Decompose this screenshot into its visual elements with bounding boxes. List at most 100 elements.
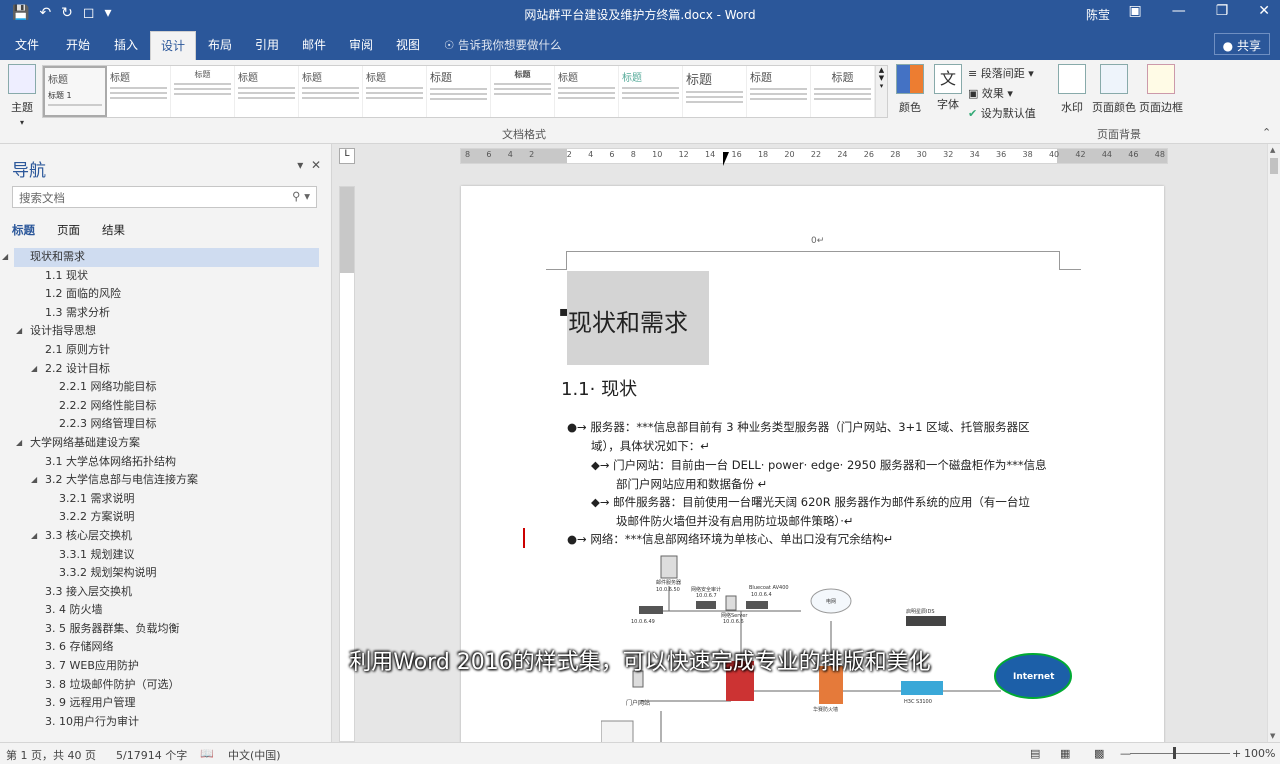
zoom-in-icon[interactable]: + xyxy=(1232,747,1241,760)
gallery-scroll[interactable]: ▲ ▼ ▾ xyxy=(875,66,887,117)
paragraph-portal[interactable]: ◆→ 门户网站：目前由一台 DELL· power· edge· 2950 服务… xyxy=(591,456,1047,475)
style-set-item[interactable]: 标题 xyxy=(491,66,555,117)
themes-button[interactable]: 主题 ▾ xyxy=(6,64,38,128)
nav-heading-item[interactable]: ◢ 现状和需求 xyxy=(2,248,319,267)
paragraph-servers[interactable]: ●→ 服务器：***信息部目前有 3 种业务类型服务器（门户网站、3+1 区域、… xyxy=(567,418,1030,437)
nav-heading-item[interactable]: 3.1 大学总体网络拓扑结构 xyxy=(0,453,332,472)
tab-layout[interactable]: 布局 xyxy=(208,36,232,53)
style-set-item[interactable]: 标题 xyxy=(619,66,683,117)
nav-heading-item[interactable]: 1.3 需求分析 xyxy=(0,304,332,323)
collapse-icon[interactable]: ◢ xyxy=(31,471,37,490)
nav-heading-item[interactable]: ◢ 3.2 大学信息部与电信连接方案 xyxy=(0,471,332,490)
set-default-button[interactable]: ✔ 设为默认值 xyxy=(968,105,1036,121)
user-name[interactable]: 陈莹 xyxy=(1086,6,1110,23)
tab-selector[interactable]: L xyxy=(339,148,355,164)
ribbon-display-icon[interactable]: ▣ xyxy=(1128,3,1141,19)
nav-heading-item[interactable]: ◢ 2.2 设计目标 xyxy=(0,360,332,379)
nav-heading-item[interactable]: 1.2 面临的风险 xyxy=(0,285,332,304)
tell-me-box[interactable]: ☉ 告诉我你想要做什么 xyxy=(444,37,561,53)
nav-heading-item[interactable]: 2.2.1 网络功能目标 xyxy=(0,378,332,397)
share-button[interactable]: ● 共享 xyxy=(1213,33,1270,55)
nav-heading-item[interactable]: 3. 9 远程用户管理 xyxy=(0,694,332,713)
nav-heading-item[interactable]: 3. 5 服务器群集、负载均衡 xyxy=(0,620,332,639)
nav-heading-item[interactable]: 3.2.2 方案说明 xyxy=(0,508,332,527)
zoom-thumb[interactable] xyxy=(1173,747,1176,759)
collapse-icon[interactable]: ◢ xyxy=(16,434,22,453)
restore-icon[interactable]: ❐ xyxy=(1216,3,1229,19)
scroll-down-icon[interactable]: ▼ xyxy=(876,74,887,82)
watermark-button[interactable]: 水印 xyxy=(1055,64,1089,115)
collapse-icon[interactable]: ◢ xyxy=(2,248,8,267)
tab-view[interactable]: 视图 xyxy=(396,36,420,53)
collapse-icon[interactable]: ◢ xyxy=(31,527,37,546)
nav-tab-pages[interactable]: 页面 xyxy=(57,222,80,238)
fonts-button[interactable]: 文 字体 xyxy=(931,64,965,112)
zoom-slider[interactable] xyxy=(1130,753,1230,754)
nav-heading-item[interactable]: 1.1 现状 xyxy=(0,267,332,286)
horizontal-ruler[interactable]: 8 6 4 2 2 4 6 8 10 12 14 16 18 20 22 24 26 28 30 32 34 36 38 40… xyxy=(460,148,1168,164)
nav-heading-item[interactable]: 3.2.1 需求说明 xyxy=(0,490,332,509)
print-layout-icon[interactable]: ▦ xyxy=(1060,747,1070,760)
nav-close-icon[interactable]: ✕ xyxy=(311,158,321,172)
nav-tab-headings[interactable]: 标题 xyxy=(12,222,35,238)
tab-mailings[interactable]: 邮件 xyxy=(302,36,326,53)
scroll-down-icon[interactable]: ▼ xyxy=(1270,732,1275,740)
search-icon[interactable]: ⚲ ▾ xyxy=(292,189,310,203)
style-set-item[interactable]: 标题 标题 1 xyxy=(43,66,107,117)
nav-heading-item[interactable]: 3.3 接入层交换机 xyxy=(0,583,332,602)
style-set-item[interactable]: 标题 xyxy=(363,66,427,117)
style-set-item[interactable]: 标题 xyxy=(171,66,235,117)
nav-heading-item[interactable]: 3.3.1 规划建议 xyxy=(0,546,332,565)
tab-file[interactable]: 文件 xyxy=(15,36,39,53)
page-count[interactable]: 第 1 页，共 40 页 xyxy=(6,747,96,763)
collapse-ribbon-icon[interactable]: ⌃ xyxy=(1262,126,1271,139)
gallery-more-icon[interactable]: ▾ xyxy=(876,82,887,90)
nav-heading-item[interactable]: 3. 10用户行为审计 xyxy=(0,713,332,732)
nav-heading-item[interactable]: ◢ 大学网络基础建设方案 xyxy=(0,434,332,453)
tab-design[interactable]: 设计 xyxy=(150,31,197,60)
scroll-up-icon[interactable]: ▲ xyxy=(1270,146,1275,154)
nav-options-icon[interactable]: ▾ xyxy=(297,158,303,172)
nav-heading-item[interactable]: 3.3.2 规划架构说明 xyxy=(0,564,332,583)
paragraph-servers-cont[interactable]: 域），具体状况如下：↵ xyxy=(591,437,710,456)
proofing-icon[interactable]: 📖 xyxy=(200,747,214,760)
collapse-icon[interactable]: ◢ xyxy=(31,360,37,379)
style-set-item[interactable]: 标题 xyxy=(235,66,299,117)
paragraph-network[interactable]: ●→ 网络：***信息部网络环境为单核心、单出口没有冗余结构↵ xyxy=(567,530,893,549)
style-set-item[interactable]: 标题 xyxy=(427,66,491,117)
nav-heading-item[interactable]: ◢ 3.3 核心层交换机 xyxy=(0,527,332,546)
nav-heading-item[interactable]: 2.1 原则方针 xyxy=(0,341,332,360)
collapse-icon[interactable]: ◢ xyxy=(16,322,22,341)
tab-review[interactable]: 审阅 xyxy=(349,36,373,53)
tab-home[interactable]: 开始 xyxy=(66,36,90,53)
paragraph-mail[interactable]: ◆→ 邮件服务器：目前使用一台曙光天阔 620R 服务器作为邮件系统的应用（有一… xyxy=(591,493,1030,512)
effects-button[interactable]: ▣ 效果 ▾ xyxy=(968,85,1013,101)
style-set-item[interactable]: 标题 xyxy=(107,66,171,117)
minimize-icon[interactable]: — xyxy=(1172,3,1186,19)
page-border-button[interactable]: 页面边框 xyxy=(1139,64,1183,115)
nav-heading-item[interactable]: 2.2.3 网络管理目标 xyxy=(0,415,332,434)
language[interactable]: 中文(中国) xyxy=(228,747,281,763)
nav-heading-item[interactable]: 3. 8 垃圾邮件防护（可选） xyxy=(0,676,332,695)
nav-search-input[interactable]: 搜索文档 ⚲ ▾ xyxy=(12,186,317,208)
paragraph-portal-cont[interactable]: 部门户网站应用和数据备份 ↵ xyxy=(616,475,767,494)
style-set-item[interactable]: 标题 xyxy=(747,66,811,117)
nav-heading-item[interactable]: 2.2.2 网络性能目标 xyxy=(0,397,332,416)
close-icon[interactable]: ✕ xyxy=(1258,3,1270,19)
nav-tab-results[interactable]: 结果 xyxy=(102,222,125,238)
tab-insert[interactable]: 插入 xyxy=(114,36,138,53)
nav-heading-item[interactable]: ◢ 设计指导思想 xyxy=(0,322,332,341)
paragraph-spacing-button[interactable]: ≡ 段落间距 ▾ xyxy=(968,65,1034,81)
word-count[interactable]: 5/17914 个字 xyxy=(116,747,187,763)
heading-1[interactable]: 现状和需求 xyxy=(567,271,709,365)
read-mode-icon[interactable]: ▤ xyxy=(1030,747,1040,760)
colors-button[interactable]: 颜色 xyxy=(893,64,927,115)
style-set-item[interactable]: 标题 xyxy=(555,66,619,117)
scroll-thumb[interactable] xyxy=(1270,158,1278,174)
scroll-up-icon[interactable]: ▲ xyxy=(876,66,887,74)
tab-references[interactable]: 引用 xyxy=(255,36,279,53)
style-set-item[interactable]: 标题 xyxy=(299,66,363,117)
nav-heading-item[interactable]: 3. 4 防火墙 xyxy=(0,601,332,620)
paragraph-mail-cont[interactable]: 圾邮件防火墙但并没有启用防垃圾邮件策略）·↵ xyxy=(616,512,854,531)
zoom-level[interactable]: 100% xyxy=(1244,747,1275,760)
